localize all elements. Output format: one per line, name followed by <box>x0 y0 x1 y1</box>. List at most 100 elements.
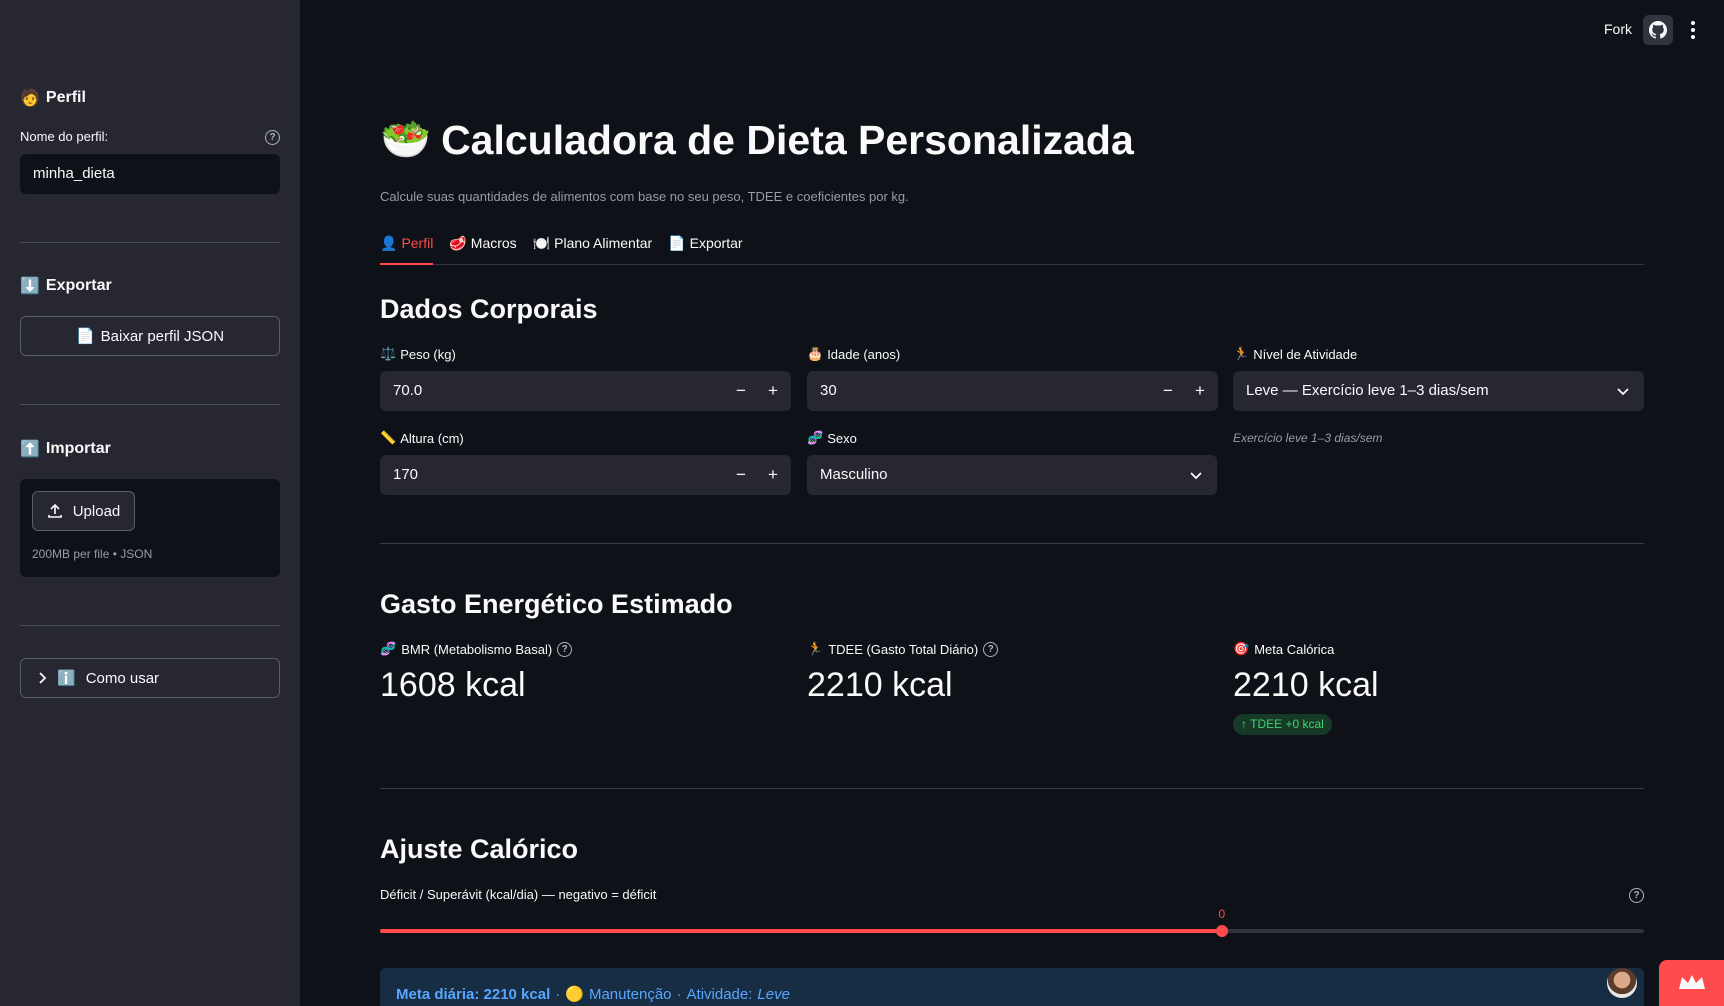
adjust-heading: Ajuste Calórico <box>380 834 579 864</box>
age-value[interactable]: 30 <box>820 371 837 411</box>
weight-input[interactable]: 70.0 − + <box>380 371 791 411</box>
help-icon[interactable]: ? <box>983 641 999 657</box>
daily-goal-info-bar: Meta diária: 2210 kcal · 🟡 Manutenção · … <box>380 968 1644 1006</box>
tab-label: Plano Alimentar <box>554 235 653 251</box>
dot <box>1691 28 1695 32</box>
ruler-icon: 📏 <box>380 430 397 445</box>
export-heading: ⬇️ Exportar <box>20 276 112 296</box>
profile-name-label: Nome do perfil: <box>20 129 109 144</box>
goal-value: 2210 kcal <box>1233 666 1379 704</box>
person-icon: 👤 <box>380 235 398 251</box>
bmr-label-text: BMR (Metabolismo Basal) <box>401 641 553 657</box>
help-icon[interactable]: ? <box>265 130 280 145</box>
separator: · <box>676 985 682 1003</box>
height-label-text: Altura (cm) <box>400 430 464 446</box>
cake-icon: 🎂 <box>807 346 824 361</box>
dna-icon: 🧬 <box>807 430 824 445</box>
download-profile-label: Baixar perfil JSON <box>100 327 225 345</box>
runner-icon: 🏃 <box>1233 346 1250 361</box>
activity-description: Exercício leve 1–3 dias/sem <box>1233 431 1383 445</box>
height-input[interactable]: 170 − + <box>380 455 791 495</box>
age-increment-button[interactable]: + <box>1184 371 1216 411</box>
activity-label-text: Nível de Atividade <box>1253 346 1358 362</box>
sex-selected-value: Masculino <box>820 466 888 483</box>
help-icon[interactable]: ? <box>557 641 573 657</box>
divider <box>20 242 280 243</box>
avatar[interactable] <box>1607 968 1637 998</box>
profile-heading-label: Perfil <box>45 89 86 106</box>
tab-plano-alimentar[interactable]: 🍽️ Plano Alimentar <box>533 232 653 265</box>
daily-goal-text: Meta diária: 2210 kcal <box>396 985 551 1003</box>
sex-select[interactable]: Masculino <box>807 455 1217 495</box>
tab-perfil[interactable]: 👤 Perfil <box>380 232 434 265</box>
sex-label-text: Sexo <box>827 430 857 446</box>
goal-label-text: Meta Calórica <box>1254 641 1335 657</box>
tdee-label-text: TDEE (Gasto Total Diário) <box>828 641 979 657</box>
goal-delta-text: TDEE +0 kcal <box>1250 717 1324 731</box>
download-profile-button[interactable]: 📄 Baixar perfil JSON <box>20 316 280 356</box>
energy-heading: Gasto Energético Estimado <box>380 589 733 619</box>
upload-arrow-icon: ⬆️ <box>20 441 40 458</box>
height-label: 📏 Altura (cm) <box>380 430 464 446</box>
how-to-use-expander[interactable]: ℹ️ Como usar <box>20 658 280 698</box>
slider-track[interactable] <box>380 929 1644 933</box>
streamlit-badge[interactable] <box>1659 960 1724 1006</box>
chevron-down-icon <box>1190 472 1202 480</box>
height-increment-button[interactable]: + <box>757 455 789 495</box>
help-icon[interactable]: ? <box>1629 888 1644 903</box>
tab-exportar[interactable]: 📄 Exportar <box>668 232 742 265</box>
weight-decrement-button[interactable]: − <box>725 371 757 411</box>
bmr-value: 1608 kcal <box>380 666 526 704</box>
main-menu-button[interactable] <box>1685 15 1701 45</box>
status-text: Manutenção <box>588 985 672 1003</box>
tab-macros[interactable]: 🥩 Macros <box>449 232 516 265</box>
info-icon: ℹ️ <box>57 670 76 687</box>
person-icon: 🧑 <box>20 90 40 107</box>
age-decrement-button[interactable]: − <box>1152 371 1184 411</box>
upload-limit-note: 200MB per file • JSON <box>32 547 153 561</box>
age-input[interactable]: 30 − + <box>807 371 1218 411</box>
profile-name-input[interactable]: minha_dieta <box>20 154 280 194</box>
weight-label: ⚖️ Peso (kg) <box>380 346 456 362</box>
file-dropzone[interactable]: Upload 200MB per file • JSON <box>20 479 280 577</box>
dot <box>1691 21 1695 25</box>
age-label-text: Idade (anos) <box>827 346 901 362</box>
page-title: 🥗 Calculadora de Dieta Personalizada <box>380 116 1134 164</box>
age-label: 🎂 Idade (anos) <box>807 346 900 362</box>
height-decrement-button[interactable]: − <box>725 455 757 495</box>
github-button[interactable] <box>1643 15 1673 45</box>
profile-heading: 🧑 Nome do perfil: Perfil <box>20 88 86 108</box>
upload-label: Upload <box>72 502 121 520</box>
weight-value[interactable]: 70.0 <box>393 371 422 411</box>
activity-level: Leve <box>757 985 790 1003</box>
height-value[interactable]: 170 <box>393 455 418 495</box>
weight-increment-button[interactable]: + <box>757 371 789 411</box>
dot <box>1691 35 1695 39</box>
chevron-right-icon <box>39 672 47 684</box>
github-icon <box>1649 21 1667 39</box>
document-icon: 📄 <box>75 328 95 345</box>
sidebar: 🧑 Nome do perfil: Perfil Nome do perfil:… <box>0 0 300 1006</box>
salad-icon: 🥗 <box>380 116 432 162</box>
slider-thumb[interactable] <box>1215 925 1228 937</box>
goal-label: 🎯 Meta Calórica <box>1233 641 1334 657</box>
import-heading-label: Importar <box>45 440 111 457</box>
target-icon: 🎯 <box>1233 641 1250 656</box>
tab-label: Macros <box>470 235 517 251</box>
crown-icon <box>1678 975 1705 989</box>
goal-delta-badge: ↑ TDEE +0 kcal <box>1233 714 1332 735</box>
tab-label: Perfil <box>401 235 434 251</box>
separator: · <box>555 985 561 1003</box>
yellow-circle-icon: 🟡 <box>565 986 584 1003</box>
slider-fill <box>380 929 1222 933</box>
tab-bar: 👤 Perfil 🥩 Macros 🍽️ Plano Alimentar 📄 E… <box>380 232 1644 265</box>
activity-select[interactable]: Leve — Exercício leve 1–3 dias/sem <box>1233 371 1644 411</box>
page-caption: Calcule suas quantidades de alimentos co… <box>380 189 909 204</box>
bmr-label: 🧬 BMR (Metabolismo Basal) ? <box>380 641 573 657</box>
sex-label: 🧬 Sexo <box>807 430 857 446</box>
activity-label: 🏃 Nível de Atividade <box>1233 346 1357 362</box>
fork-link[interactable]: Fork <box>1604 21 1632 37</box>
body-data-heading: Dados Corporais <box>380 294 598 324</box>
divider <box>20 404 280 405</box>
upload-button[interactable]: Upload <box>32 491 135 531</box>
